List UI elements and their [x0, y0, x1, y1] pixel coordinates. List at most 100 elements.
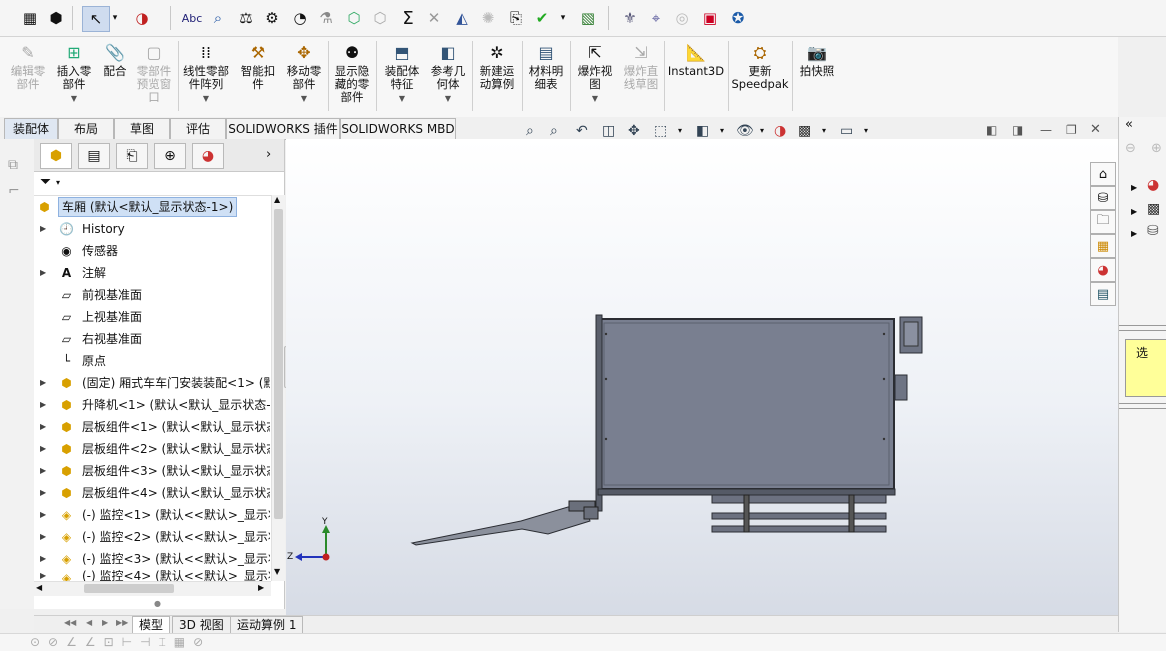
expand-arrow-icon[interactable]: ▶	[40, 372, 46, 394]
home-icon[interactable]: ⌂	[1090, 162, 1116, 186]
dynamic-annotation-icon[interactable]: ✥	[628, 123, 640, 139]
expand-arrow-icon[interactable]: ▶	[1131, 207, 1137, 216]
tab-assembly[interactable]: 装配体	[4, 118, 58, 140]
office-icon[interactable]: ▣	[700, 8, 720, 28]
display-style-icon[interactable]: ◧	[696, 123, 709, 139]
view-settings-icon[interactable]: ▭	[840, 123, 853, 139]
bill-of-materials-button[interactable]: ▤ 材料明 细表	[524, 41, 568, 91]
tile-left-icon[interactable]: ◧	[986, 123, 997, 137]
tree-item-part[interactable]: ▶ ◈ (-) 监控<1> (默认<<默认>_显示状	[34, 504, 270, 526]
design-library-icon[interactable]: ⛁	[1090, 186, 1116, 210]
help-icon[interactable]: ✪	[728, 8, 748, 28]
custom-properties-icon[interactable]: ▤	[1090, 282, 1116, 306]
verify-icon[interactable]: ✔	[532, 8, 552, 28]
move-component-button[interactable]: ✥ 移动零 部件 ▼	[284, 41, 324, 105]
tree-item-component[interactable]: ▶ ⬢ (固定) 厢式车车门安装装配<1> (默	[34, 372, 270, 394]
zoom-to-fit-icon[interactable]: ⌕	[526, 123, 534, 139]
property-manager-tab-icon[interactable]: ▤	[78, 143, 110, 169]
restore-icon[interactable]: ❐	[1066, 123, 1077, 137]
chevron-right-icon[interactable]: ›	[266, 147, 271, 162]
filter-icon[interactable]: ⏷	[40, 174, 51, 190]
interference-icon[interactable]: ⚗	[316, 8, 336, 28]
expand-arrow-icon[interactable]: ▶	[1131, 183, 1137, 192]
graphics-viewport[interactable]: Y Z	[286, 139, 1118, 617]
verify-dropdown-icon[interactable]: ▾	[558, 8, 568, 28]
display-manager-tab-icon[interactable]: ◕	[192, 143, 224, 169]
expand-arrow-icon[interactable]: ▶	[40, 504, 46, 526]
chevron-down-icon[interactable]: ▾	[678, 126, 682, 135]
scroll-right-icon[interactable]: ▶	[258, 583, 264, 592]
tree-root[interactable]: ⬢ 车厢 (默认<默认_显示状态-1>)	[34, 196, 270, 218]
reference-geometry-button[interactable]: ◧ 参考几 何体 ▼	[428, 41, 468, 105]
tree-item-component[interactable]: ▶ ⬢ 层板组件<1> (默认<默认_显示状态	[34, 416, 270, 438]
appearance-icon[interactable]: ◑	[132, 8, 152, 28]
view-orientation-icon[interactable]: ⬚	[654, 123, 667, 139]
gauge-icon[interactable]: ◔	[290, 8, 310, 28]
splitter-handle-icon[interactable]: ●	[154, 599, 161, 608]
expand-arrow-icon[interactable]: ▶	[40, 394, 46, 416]
section-view-icon[interactable]: ◫	[602, 123, 615, 139]
expand-arrow-icon[interactable]: ▶	[40, 526, 46, 548]
tree-item-history[interactable]: ▶ 🕘 History	[34, 218, 270, 240]
previous-view-icon[interactable]: ↶	[576, 123, 588, 139]
new-motion-study-button[interactable]: ✲ 新建运 动算例	[474, 41, 520, 91]
tab-evaluate[interactable]: 评估	[170, 118, 226, 140]
tree-item-right-plane[interactable]: ▱ 右视基准面	[34, 328, 270, 350]
scene-icon[interactable]: ▩	[798, 123, 811, 139]
prev-tab-icon[interactable]: ◀	[86, 618, 92, 627]
excel-icon[interactable]: ▧	[578, 8, 598, 28]
scroll-left-icon[interactable]: ◀	[36, 583, 42, 592]
tree-item-annotations[interactable]: ▶ A 注解	[34, 262, 270, 284]
scenes-folder-icon[interactable]: ▩	[1147, 201, 1160, 217]
next-tab-icon[interactable]: ▶	[102, 618, 108, 627]
hide-show-icon[interactable]: 👁	[736, 123, 754, 139]
select-dropdown-icon[interactable]: ▾	[110, 8, 120, 28]
tree-item-component[interactable]: ▶ ⬢ 升降机<1> (默认<默认_显示状态-1	[34, 394, 270, 416]
appearances-folder-icon[interactable]: ◕	[1147, 177, 1159, 193]
sketch-icon[interactable]: ⌐	[8, 183, 20, 199]
select-icon[interactable]: ↖	[82, 6, 110, 32]
assembly-features-button[interactable]: ⬒ 装配体 特征 ▼	[380, 41, 424, 105]
tree-item-component[interactable]: ▶ ⬢ 层板组件<4> (默认<默认_显示状态	[34, 482, 270, 504]
view-palette-icon[interactable]: ▦	[1090, 234, 1116, 258]
mate-button[interactable]: 📎 配合	[100, 41, 130, 78]
scroll-up-icon[interactable]: ▲	[274, 195, 280, 204]
tree-item-origin[interactable]: └ 原点	[34, 350, 270, 372]
tree-item-part[interactable]: ▶ ◈ (-) 监控<2> (默认<<默认>_显示状	[34, 526, 270, 548]
tab-solidworks-mbd[interactable]: SOLIDWORKS MBD	[340, 118, 456, 140]
dimxpert-tab-icon[interactable]: ⊕	[154, 143, 186, 169]
chevron-down-icon[interactable]: ▾	[864, 126, 868, 135]
scroll-thumb[interactable]	[274, 209, 283, 519]
show-hidden-button[interactable]: ⚉ 显示隐 藏的零 部件	[332, 41, 372, 104]
check-icon[interactable]: ⬡	[344, 8, 364, 28]
instant3d-button[interactable]: 📐 Instant3D	[668, 41, 724, 78]
close-icon[interactable]: ✕	[1090, 122, 1101, 137]
appearances-icon[interactable]: ◕	[1090, 258, 1116, 282]
sum-icon[interactable]: Σ	[398, 8, 418, 29]
find-icon[interactable]: ⌕	[208, 8, 228, 28]
tab-sketch[interactable]: 草图	[114, 118, 170, 140]
expand-arrow-icon[interactable]: ▶	[40, 416, 46, 438]
tile-right-icon[interactable]: ◨	[1012, 123, 1023, 137]
scroll-thumb[interactable]	[84, 584, 174, 593]
zoom-to-area-icon[interactable]: ⌕	[550, 123, 558, 139]
component-preview-button[interactable]: ▢ 零部件 预览窗 口	[134, 41, 174, 104]
mass-properties-icon[interactable]: ⚙	[262, 8, 282, 28]
expand-arrow-icon[interactable]: ▶	[40, 218, 46, 240]
expand-arrow-icon[interactable]: ▶	[1131, 229, 1137, 238]
insert-component-button[interactable]: ⊞ 插入零 部件 ▼	[54, 41, 94, 105]
first-tab-icon[interactable]: ◀◀	[64, 618, 76, 627]
back-icon[interactable]: ⊖	[1125, 141, 1136, 156]
tab-layout[interactable]: 布局	[58, 118, 114, 140]
minimize-icon[interactable]: —	[1040, 123, 1052, 137]
tree-item-sensors[interactable]: ◉ 传感器	[34, 240, 270, 262]
chevron-down-icon[interactable]: ▾	[720, 126, 724, 135]
tree-item-front-plane[interactable]: ▱ 前视基准面	[34, 284, 270, 306]
file-explorer-icon[interactable]: 🗀	[1090, 210, 1116, 234]
edit-component-button[interactable]: ✎ 编辑零 部件	[8, 41, 48, 91]
tree-vertical-scrollbar[interactable]: ▲ ▼	[271, 195, 285, 581]
options-icon[interactable]: ▦	[20, 8, 40, 28]
tab-solidworks-addins[interactable]: SOLIDWORKS 插件	[226, 118, 340, 140]
expand-arrow-icon[interactable]: ▶	[40, 482, 46, 504]
chevron-down-icon[interactable]: ▾	[822, 126, 826, 135]
